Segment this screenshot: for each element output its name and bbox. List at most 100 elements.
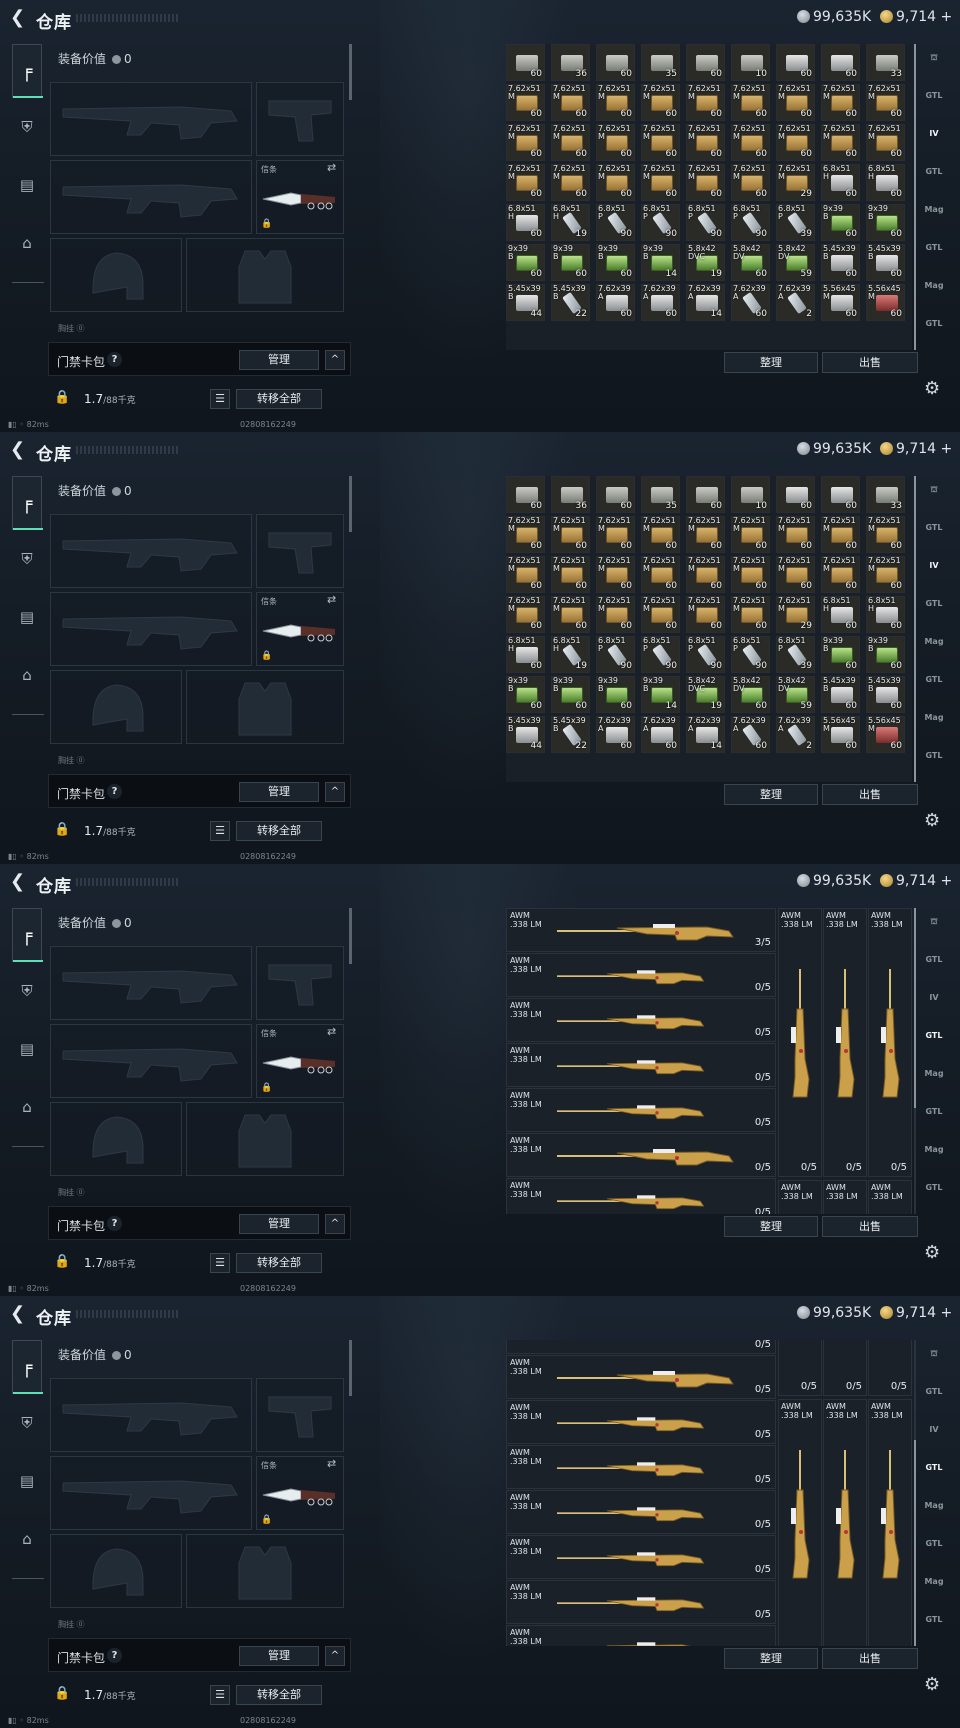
collapse-button[interactable]: ^ [325, 1646, 345, 1666]
ammo-item[interactable]: 7.62x51 M 60 [641, 596, 680, 633]
pistol-slot[interactable] [256, 1378, 344, 1452]
armor-tab-icon[interactable]: ⛨ [14, 978, 40, 1004]
sort-button[interactable]: 整理 [724, 784, 818, 805]
stash-scrollbar[interactable] [914, 476, 916, 782]
ammo-item[interactable]: 6.8x51 H 60 [821, 596, 860, 633]
ammo-item[interactable]: 7.62x39 A 60 [731, 716, 770, 753]
category-filter-icon[interactable]: GTL [922, 954, 946, 976]
sell-button[interactable]: 出售 [822, 352, 918, 373]
help-icon[interactable]: ? [107, 1648, 122, 1663]
ammo-item[interactable]: 7.62x51 M 60 [731, 164, 770, 201]
ammo-item[interactable]: 7.62x51 M 60 [641, 556, 680, 593]
weapon-item-vertical[interactable]: 0/5 [778, 1340, 822, 1396]
weapon-item[interactable]: AWM .338 LM0/5 [506, 1178, 776, 1214]
secondary-weapon-slot[interactable] [50, 160, 252, 234]
ammo-item[interactable]: 7.62x51 M 60 [506, 84, 545, 121]
secondary-weapon-slot[interactable] [50, 1024, 252, 1098]
ammo-item[interactable]: 7.62x51 M 60 [686, 124, 725, 161]
ammo-item[interactable]: 9x39 B 14 [641, 676, 680, 713]
weapon-tab-icon[interactable]: ╒ [12, 908, 43, 962]
ammo-item[interactable]: 7.62x51 M 60 [641, 84, 680, 121]
armor-slot[interactable] [186, 238, 344, 312]
knife-slot[interactable]: 信条 ⇄ 🔒 [256, 160, 344, 234]
weapon-item[interactable]: AWM .338 LM 3/5 [506, 908, 776, 952]
ammo-item[interactable]: 60 [821, 44, 860, 81]
ammo-item[interactable]: 7.62x51 M 60 [686, 516, 725, 553]
knife-slot[interactable]: 信条 ⇄ 🔒 [256, 592, 344, 666]
ammo-item[interactable]: 7.62x51 M 60 [506, 124, 545, 161]
ammo-item[interactable]: 6.8x51 H 60 [866, 596, 905, 633]
ammo-item[interactable]: 10 [731, 476, 770, 513]
weapon-item[interactable]: AWM .338 LM0/5 [506, 1535, 776, 1579]
ammo-item[interactable]: 9x39 B 60 [866, 204, 905, 241]
ammo-item[interactable]: 5.8x42 DV 60 [731, 676, 770, 713]
back-icon[interactable]: ❮ [10, 1305, 28, 1323]
weapon-item-vertical[interactable]: AWM .338 LM 0/5 [823, 908, 867, 1177]
scroll-thumb[interactable] [914, 1440, 916, 1646]
scroll-thumb[interactable] [914, 476, 916, 782]
briefcase-tab-icon[interactable]: ⌂ [14, 1526, 40, 1552]
ammo-item[interactable]: 7.62x51 M 60 [866, 84, 905, 121]
category-filter-icon[interactable]: GTL [922, 1538, 946, 1560]
ammo-item[interactable]: 7.62x51 M 60 [596, 124, 635, 161]
list-icon[interactable]: ☰ [210, 389, 230, 409]
ammo-item[interactable]: 60 [596, 476, 635, 513]
ammo-item[interactable]: 5.45x39 B 60 [821, 244, 860, 281]
gear-icon[interactable]: ⚙ [924, 810, 940, 831]
category-filter-icon[interactable]: Mag [922, 636, 946, 658]
ammo-item[interactable]: 5.45x39 B 60 [821, 676, 860, 713]
category-filter-icon[interactable]: GTL [922, 1462, 946, 1484]
category-filter-icon[interactable]: GTL [922, 598, 946, 620]
category-filter-icon[interactable]: Mag [922, 204, 946, 226]
gold-currency[interactable]: 9,714 + [880, 9, 952, 25]
ammo-item[interactable]: 7.62x39 A 60 [641, 284, 680, 321]
backpack-tab-icon[interactable]: ▤ [14, 1468, 40, 1494]
helmet-slot[interactable] [50, 1534, 182, 1608]
gear-icon[interactable]: ⚙ [924, 1242, 940, 1263]
category-filter-icon[interactable]: ⛫ [922, 916, 946, 938]
ammo-item[interactable]: 6.8x51 P 90 [731, 636, 770, 673]
ammo-item[interactable]: 7.62x51 M 60 [731, 516, 770, 553]
category-filter-icon[interactable]: Mag [922, 1144, 946, 1166]
ammo-item[interactable]: 6.8x51 H 19 [551, 636, 590, 673]
ammo-item[interactable]: 9x39 B 60 [506, 244, 545, 281]
category-filter-icon[interactable]: Mag [922, 280, 946, 302]
ammo-item[interactable]: 5.45x39 B 22 [551, 284, 590, 321]
ammo-item[interactable]: 5.45x39 B 44 [506, 716, 545, 753]
weapon-item-vertical[interactable]: AWM .338 LM [868, 1180, 912, 1214]
ammo-item[interactable]: 7.62x51 M 60 [551, 596, 590, 633]
ammo-item[interactable]: 5.45x39 B 22 [551, 716, 590, 753]
category-filter-icon[interactable]: IV [922, 560, 946, 582]
category-filter-icon[interactable]: GTL [922, 1030, 946, 1052]
category-filter-icon[interactable]: IV [922, 1424, 946, 1446]
weapon-item[interactable]: AWM .338 LM0/5 [506, 1625, 776, 1646]
equipment-scrollbar[interactable] [349, 1340, 352, 1396]
swap-icon[interactable]: ⇄ [327, 161, 336, 174]
sort-button[interactable]: 整理 [724, 1216, 818, 1237]
ammo-item[interactable]: 7.62x39 A 2 [776, 716, 815, 753]
armor-tab-icon[interactable]: ⛨ [14, 1410, 40, 1436]
ammo-item[interactable]: 60 [506, 44, 545, 81]
equipment-scrollbar[interactable] [349, 908, 352, 964]
category-filter-icon[interactable]: GTL [922, 166, 946, 188]
category-filter-icon[interactable]: IV [922, 992, 946, 1014]
category-filter-icon[interactable]: IV [922, 128, 946, 150]
primary-weapon-slot[interactable] [50, 514, 252, 588]
weapon-item-vertical[interactable]: 0/5 [823, 1340, 867, 1396]
ammo-item[interactable]: 60 [596, 44, 635, 81]
category-filter-icon[interactable]: ⛫ [922, 484, 946, 506]
pistol-slot[interactable] [256, 946, 344, 1020]
collapse-button[interactable]: ^ [325, 1214, 345, 1234]
ammo-item[interactable]: 7.62x51 M 60 [686, 596, 725, 633]
backpack-tab-icon[interactable]: ▤ [14, 604, 40, 630]
ammo-item[interactable]: 7.62x51 M 60 [686, 164, 725, 201]
ammo-item[interactable]: 6.8x51 H 60 [821, 164, 860, 201]
gold-currency[interactable]: 9,714 + [880, 1305, 952, 1321]
ammo-item[interactable]: 7.62x51 M 60 [866, 124, 905, 161]
collapse-button[interactable]: ^ [325, 350, 345, 370]
pistol-slot[interactable] [256, 82, 344, 156]
lock-icon[interactable]: 🔒 [54, 1254, 70, 1269]
armor-slot[interactable] [186, 1102, 344, 1176]
ammo-item[interactable]: 5.8x42 DV 59 [776, 676, 815, 713]
backpack-tab-icon[interactable]: ▤ [14, 172, 40, 198]
